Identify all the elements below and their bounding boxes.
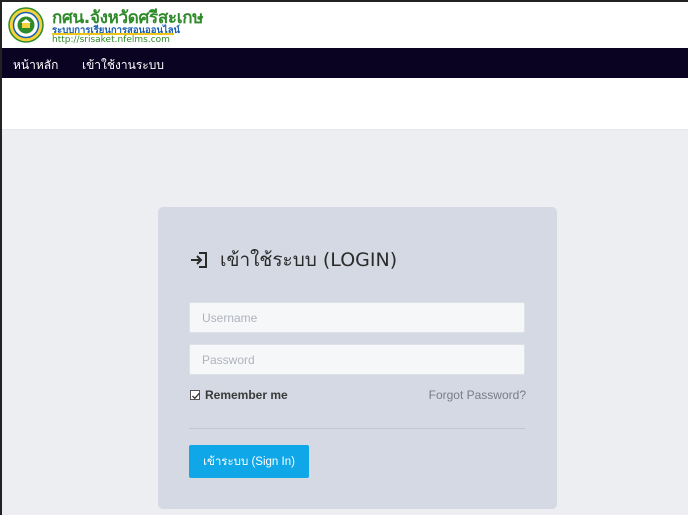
login-heading: เข้าใช้ระบบ (LOGIN) xyxy=(190,245,397,275)
login-card: เข้าใช้ระบบ (LOGIN) Remember me Forgot P… xyxy=(158,207,557,509)
top-navbar: หน้าหลัก เข้าใช้งานระบบ xyxy=(2,48,688,78)
form-divider xyxy=(189,428,525,429)
username-input[interactable] xyxy=(189,302,525,333)
checkmark-icon xyxy=(192,392,200,400)
sign-in-button[interactable]: เข้าระบบ (Sign In) xyxy=(189,445,309,478)
nav-item-home[interactable]: หน้าหลัก xyxy=(13,56,58,75)
remember-me-row[interactable]: Remember me xyxy=(190,388,288,402)
nav-item-login[interactable]: เข้าใช้งานระบบ xyxy=(82,56,164,75)
forgot-password-link[interactable]: Forgot Password? xyxy=(429,388,526,402)
site-header: กศน.จังหวัดศรีสะเกษ ระบบการเรียนการสอนออ… xyxy=(2,2,688,48)
brand-url[interactable]: http://srisaket.nfelms.com xyxy=(52,35,170,45)
login-title-text: เข้าใช้ระบบ (LOGIN) xyxy=(220,249,398,271)
remember-me-label[interactable]: Remember me xyxy=(205,388,288,402)
remember-me-checkbox[interactable] xyxy=(190,390,200,400)
sign-in-icon xyxy=(191,252,207,268)
organization-logo xyxy=(8,7,44,43)
page-subbar xyxy=(2,78,688,130)
password-input[interactable] xyxy=(189,344,525,375)
